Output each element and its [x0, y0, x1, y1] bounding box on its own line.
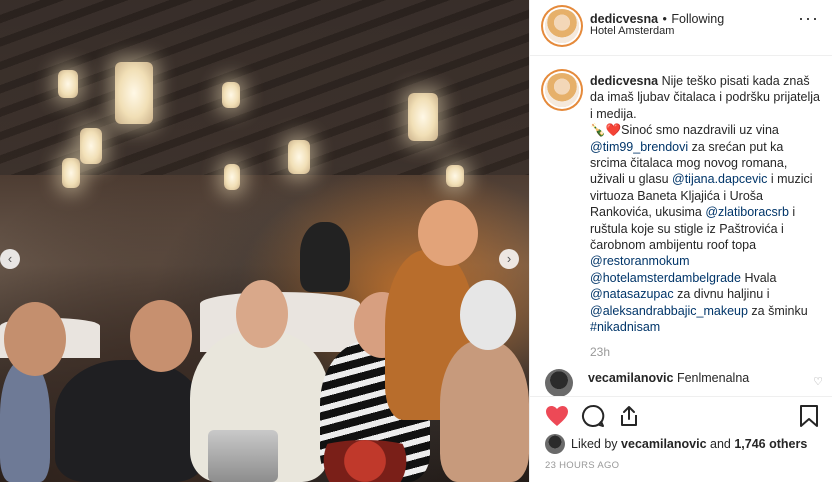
caption-avatar[interactable] — [545, 73, 579, 107]
next-photo-button[interactable]: › — [499, 249, 519, 269]
caption-time[interactable]: 23h — [590, 345, 610, 359]
action-bar — [530, 396, 832, 436]
caption-text: za šminku — [751, 303, 808, 318]
caption-text: za divnu haljinu i — [677, 287, 770, 302]
photo-lamp — [58, 70, 78, 98]
mention-link[interactable]: @tim99_brendovi — [590, 140, 688, 154]
post-header: dedicvesna • Following Hotel Amsterdam ·… — [530, 0, 832, 56]
more-icon[interactable]: ··· — [798, 8, 819, 29]
liker-username[interactable]: vecamilanovic — [621, 437, 706, 451]
post-photo[interactable]: ‹ › — [0, 0, 529, 482]
photo-face — [4, 302, 66, 376]
share-icon[interactable] — [616, 403, 642, 429]
likes-count[interactable]: 1,746 others — [734, 437, 807, 451]
post-side-panel: dedicvesna • Following Hotel Amsterdam ·… — [529, 0, 832, 482]
separator-dot: • — [662, 12, 667, 26]
photo-ice-bucket — [208, 430, 278, 482]
heart-filled-icon[interactable] — [544, 403, 570, 429]
photo-face — [460, 280, 516, 350]
bookmark-icon[interactable] — [796, 403, 822, 429]
photo-lamp — [288, 140, 310, 174]
comment-icon[interactable] — [580, 403, 606, 429]
mention-link[interactable]: @restoranmokum — [590, 254, 690, 268]
previous-photo-button[interactable]: ‹ — [0, 249, 20, 269]
photo-face — [130, 300, 192, 372]
liker-avatar[interactable] — [545, 434, 565, 454]
comment-like-icon[interactable]: ♡ — [813, 375, 823, 388]
author-username[interactable]: dedicvesna — [590, 12, 658, 26]
mention-link[interactable]: @tijana.dapcevic — [672, 172, 767, 186]
caption-emoji: 🍾❤️ — [590, 123, 622, 138]
caption-username[interactable]: dedicvesna — [590, 74, 658, 88]
comment-text: vecamilanovic Fenlmenalna — [588, 371, 749, 385]
likes-summary: Liked by vecamilanovic and 1,746 others — [545, 434, 807, 454]
mention-link[interactable]: @natasazupac — [590, 287, 674, 301]
comment-body: Fenlmenalna — [676, 371, 750, 385]
photo-person — [440, 340, 529, 482]
photo-person — [300, 222, 350, 292]
likes-middle: and — [710, 437, 731, 451]
follow-status[interactable]: Following — [671, 12, 724, 26]
mention-link[interactable]: @aleksandrabbajic_makeup — [590, 304, 748, 318]
commenter-username[interactable]: vecamilanovic — [588, 371, 673, 385]
hashtag-link[interactable]: #nikadnisam — [590, 320, 660, 334]
photo-lamp — [62, 158, 80, 188]
mention-link[interactable]: @hotelamsterdambelgrade — [590, 271, 741, 285]
mention-link[interactable]: @zlatiboracsrb — [705, 205, 789, 219]
post-location[interactable]: Hotel Amsterdam — [590, 25, 674, 37]
caption: dedicvesna Nije teško pisati kada znaš d… — [590, 73, 820, 336]
post-timestamp[interactable]: 23 HOURS AGO — [545, 460, 619, 471]
photo-lamp — [408, 93, 438, 141]
photo-lamp — [115, 62, 153, 124]
photo-lamp — [446, 165, 464, 187]
caption-text: Sinoć smo nazdravili uz vina — [621, 123, 779, 138]
photo-person — [0, 360, 50, 482]
likes-prefix: Liked by — [571, 437, 618, 451]
commenter-avatar[interactable] — [545, 369, 573, 397]
photo-person — [55, 360, 205, 482]
photo-face — [418, 200, 478, 266]
comment-row: vecamilanovic Fenlmenalna ♡ — [545, 367, 825, 397]
photo-face — [236, 280, 288, 348]
photo-lamp — [222, 82, 240, 108]
photo-strawberries — [300, 440, 430, 482]
photo-lamp — [224, 164, 240, 190]
author-avatar[interactable] — [545, 9, 579, 43]
photo-lamp — [80, 128, 102, 164]
caption-text: Hvala — [744, 270, 777, 285]
